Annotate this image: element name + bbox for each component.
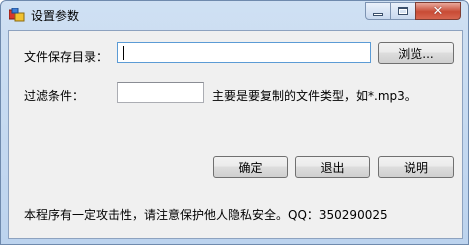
close-icon: ✕ (432, 3, 444, 19)
title-bar[interactable]: 设置参数 ✕ (1, 1, 468, 29)
settings-window: 设置参数 ✕ 文件保存目录： 浏览... 过滤条件： 主要是要复制的文件类型，如… (0, 0, 469, 245)
maximize-icon (398, 7, 408, 15)
filter-hint: 主要是要复制的文件类型，如*.mp3。 (212, 89, 417, 103)
browse-button[interactable]: 浏览... (378, 42, 454, 64)
exit-button[interactable]: 退出 (295, 156, 370, 178)
form-panel: 文件保存目录： 浏览... 过滤条件： 主要是要复制的文件类型，如*.mp3。 … (8, 30, 463, 239)
text-caret (123, 46, 124, 60)
minimize-button[interactable] (365, 2, 391, 20)
window-title: 设置参数 (31, 9, 80, 23)
maximize-button[interactable] (390, 2, 416, 20)
ok-button[interactable]: 确定 (213, 156, 288, 178)
save-directory-input[interactable] (117, 42, 371, 63)
app-icon (9, 8, 25, 22)
help-button[interactable]: 说明 (378, 156, 454, 178)
minimize-icon (373, 12, 383, 16)
filter-label: 过滤条件： (24, 89, 85, 103)
footer-notice: 本程序有一定攻击性，请注意保护他人隐私安全。QQ：350290025 (24, 208, 388, 222)
filter-input[interactable] (117, 82, 204, 103)
close-button[interactable]: ✕ (415, 2, 461, 20)
save-directory-label: 文件保存目录： (24, 50, 109, 64)
